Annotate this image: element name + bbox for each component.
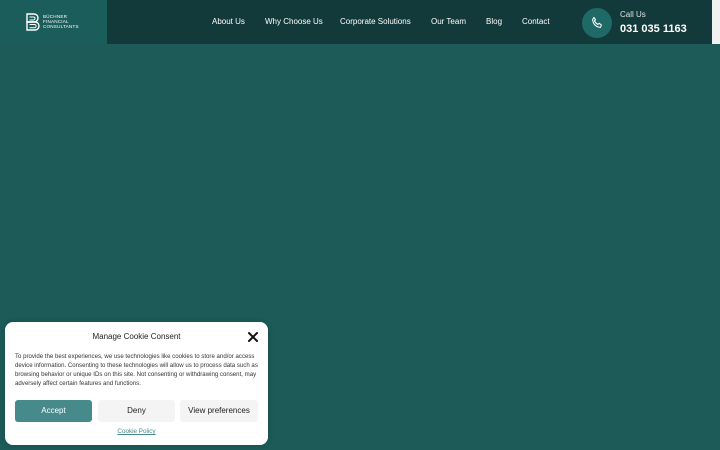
cookie-consent-dialog: Manage Cookie Consent To provide the bes… bbox=[5, 322, 268, 445]
logo-b-icon bbox=[26, 13, 40, 31]
close-icon[interactable] bbox=[247, 331, 259, 343]
phone-icon bbox=[592, 16, 602, 28]
cookie-description: To provide the best experiences, we use … bbox=[15, 353, 258, 387]
logo-text: BÜCHNER FINANCIAL CONSULTANTS bbox=[43, 14, 79, 29]
nav-about-us[interactable]: About Us bbox=[212, 17, 245, 26]
call-button[interactable] bbox=[582, 8, 612, 38]
cookie-title: Manage Cookie Consent bbox=[92, 332, 181, 341]
nav-blog[interactable]: Blog bbox=[486, 17, 502, 26]
call-label: Call Us bbox=[620, 10, 646, 19]
view-preferences-button[interactable]: View preferences bbox=[180, 400, 258, 422]
cookie-policy-link[interactable]: Cookie Policy bbox=[5, 428, 268, 435]
scrollbar[interactable] bbox=[712, 0, 720, 44]
logo-line-3: CONSULTANTS bbox=[43, 24, 79, 29]
deny-button[interactable]: Deny bbox=[98, 400, 175, 422]
nav-our-team[interactable]: Our Team bbox=[431, 17, 466, 26]
accept-button[interactable]: Accept bbox=[15, 400, 92, 422]
call-number[interactable]: 031 035 1163 bbox=[620, 23, 687, 35]
nav-why-choose-us[interactable]: Why Choose Us bbox=[265, 17, 323, 26]
logo[interactable]: BÜCHNER FINANCIAL CONSULTANTS bbox=[0, 0, 107, 44]
nav-contact[interactable]: Contact bbox=[522, 17, 550, 26]
site-header: BÜCHNER FINANCIAL CONSULTANTS About Us W… bbox=[0, 0, 712, 44]
nav-corporate-solutions[interactable]: Corporate Solutions bbox=[340, 17, 411, 26]
